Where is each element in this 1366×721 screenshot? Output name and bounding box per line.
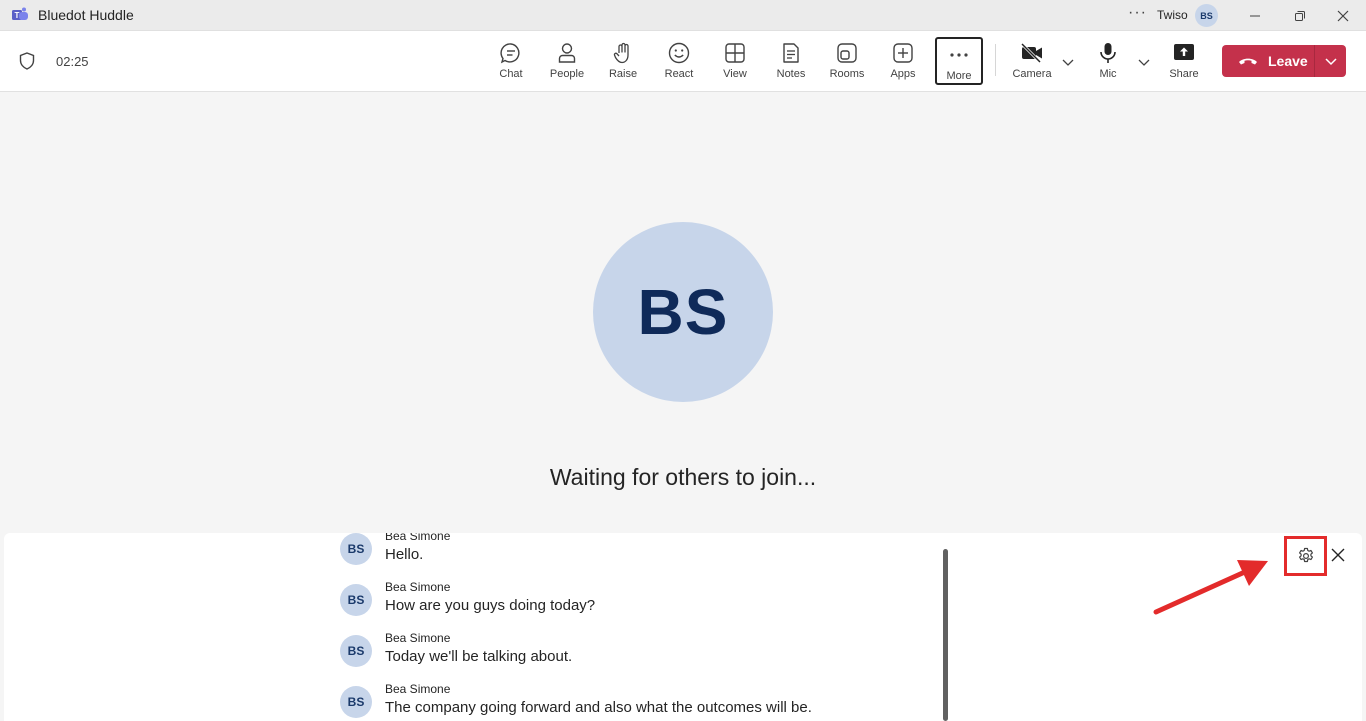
caption-item: BS Bea Simone How are you guys doing tod… bbox=[340, 580, 900, 635]
caption-avatar: BS bbox=[340, 686, 372, 718]
teams-logo-icon: T bbox=[12, 7, 28, 20]
caption-avatar: BS bbox=[340, 635, 372, 667]
meeting-toolbar: 02:25 Chat People Raise React View Notes… bbox=[0, 31, 1366, 92]
view-button[interactable]: View bbox=[711, 37, 759, 85]
svg-text:T: T bbox=[15, 11, 20, 20]
app-title: Bluedot Huddle bbox=[38, 7, 134, 23]
mic-label: Mic bbox=[1099, 68, 1117, 80]
mic-options-chevron-down-icon[interactable] bbox=[1138, 56, 1150, 68]
people-icon bbox=[558, 43, 576, 63]
leave-label: Leave bbox=[1268, 53, 1308, 69]
grid-view-icon bbox=[725, 43, 745, 63]
apps-plus-icon bbox=[893, 43, 913, 63]
restore-button[interactable] bbox=[1277, 0, 1323, 31]
waiting-status: Waiting for others to join... bbox=[549, 464, 817, 490]
gear-icon bbox=[1298, 547, 1313, 563]
close-icon bbox=[1331, 548, 1345, 562]
more-button[interactable]: More bbox=[935, 37, 983, 85]
participant-initials: BS bbox=[637, 276, 729, 348]
restore-icon bbox=[1295, 10, 1305, 21]
camera-button[interactable]: Camera bbox=[1008, 37, 1056, 85]
view-label: View bbox=[723, 68, 747, 80]
live-captions-panel: BS Bea Simone Hello. BS Bea Simone How a… bbox=[4, 533, 1362, 721]
caption-item: BS Bea Simone Today we'll be talking abo… bbox=[340, 631, 900, 686]
caption-settings-button[interactable] bbox=[1284, 536, 1327, 576]
caption-text: How are you guys doing today? bbox=[385, 597, 596, 614]
minimize-button[interactable] bbox=[1232, 0, 1278, 31]
caption-speaker: Bea Simone bbox=[385, 682, 451, 696]
close-window-button[interactable] bbox=[1320, 0, 1366, 31]
leave-options-button[interactable] bbox=[1315, 45, 1346, 77]
chat-label: Chat bbox=[499, 68, 523, 80]
notes-button[interactable]: Notes bbox=[767, 37, 815, 85]
toolbar-divider bbox=[995, 44, 996, 76]
caption-speaker: Bea Simone bbox=[385, 533, 451, 543]
react-button[interactable]: React bbox=[655, 37, 703, 85]
camera-options-chevron-down-icon[interactable] bbox=[1062, 56, 1074, 68]
share-screen-icon bbox=[1174, 44, 1194, 60]
caption-speaker: Bea Simone bbox=[385, 580, 451, 594]
participant-avatar: BS bbox=[593, 222, 773, 402]
caption-text: Hello. bbox=[385, 546, 424, 563]
people-label: People bbox=[549, 68, 585, 80]
close-captions-button[interactable] bbox=[1328, 545, 1348, 565]
raise-hand-button[interactable]: Raise bbox=[599, 37, 647, 85]
captions-scrollbar[interactable] bbox=[943, 549, 948, 721]
more-label: More bbox=[946, 70, 972, 82]
rooms-label: Rooms bbox=[829, 68, 865, 80]
apps-button[interactable]: Apps bbox=[879, 37, 927, 85]
notes-icon bbox=[783, 43, 799, 63]
leave-button-group: Leave bbox=[1222, 45, 1346, 77]
mic-button[interactable]: Mic bbox=[1084, 37, 1132, 85]
microphone-icon bbox=[1100, 43, 1116, 63]
rooms-button[interactable]: Rooms bbox=[823, 37, 871, 85]
camera-label: Camera bbox=[1012, 68, 1052, 80]
phone-hangup-icon bbox=[1239, 58, 1257, 65]
apps-label: Apps bbox=[890, 68, 916, 80]
caption-text: Today we'll be talking about. bbox=[385, 648, 573, 665]
caption-item: BS Bea Simone The company going forward … bbox=[340, 682, 900, 721]
people-button[interactable]: People bbox=[543, 37, 591, 85]
raise-hand-icon bbox=[613, 42, 629, 64]
user-name: Twiso bbox=[1157, 8, 1188, 22]
chevron-down-icon bbox=[1324, 58, 1337, 66]
meeting-timer: 02:25 bbox=[56, 54, 89, 69]
camera-off-icon bbox=[1020, 42, 1042, 64]
shield-icon[interactable] bbox=[19, 52, 35, 70]
share-button[interactable]: Share bbox=[1160, 37, 1208, 85]
leave-button[interactable]: Leave bbox=[1222, 45, 1314, 77]
raise-label: Raise bbox=[608, 68, 638, 80]
chat-icon bbox=[500, 43, 520, 64]
share-label: Share bbox=[1169, 68, 1199, 80]
rooms-icon bbox=[837, 43, 857, 63]
caption-text: The company going forward and also what … bbox=[385, 699, 812, 716]
more-options-icon[interactable]: ··· bbox=[1128, 4, 1147, 22]
notes-label: Notes bbox=[776, 68, 806, 80]
minimize-icon bbox=[1249, 15, 1260, 17]
caption-speaker: Bea Simone bbox=[385, 631, 451, 645]
smile-icon bbox=[668, 42, 690, 64]
caption-avatar: BS bbox=[340, 533, 372, 565]
user-avatar[interactable]: BS bbox=[1195, 4, 1218, 27]
more-dots-icon bbox=[950, 53, 968, 57]
chat-button[interactable]: Chat bbox=[487, 37, 535, 85]
caption-item: BS Bea Simone Hello. bbox=[340, 533, 900, 584]
react-label: React bbox=[664, 68, 694, 80]
close-icon bbox=[1337, 10, 1349, 21]
title-bar: T Bluedot Huddle ··· Twiso BS bbox=[0, 0, 1366, 31]
caption-avatar: BS bbox=[340, 584, 372, 616]
